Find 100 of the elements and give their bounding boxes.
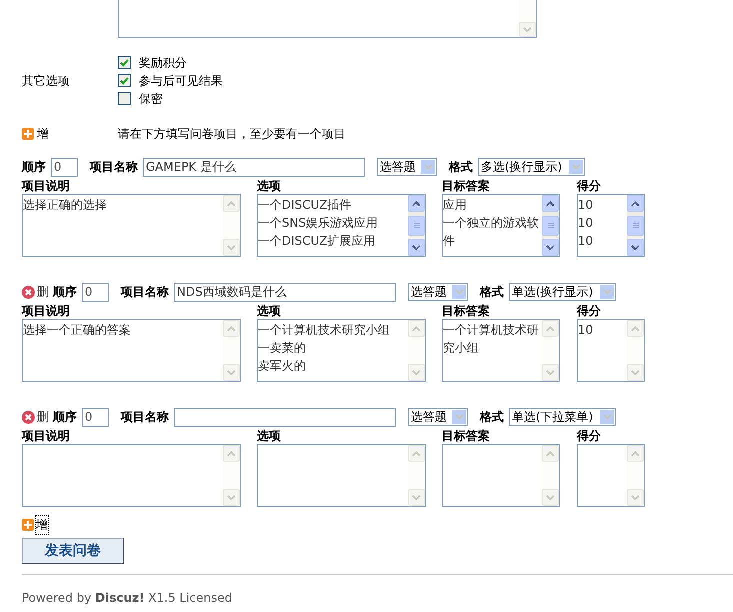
scrollbar[interactable] [627, 445, 644, 506]
column-header: 项目说明 [22, 303, 71, 319]
scrollbar[interactable] [223, 320, 240, 381]
text-area[interactable]: 选择正确的选择 [22, 194, 241, 257]
chevron-down-icon [227, 370, 236, 376]
text-area[interactable]: 选择一个正确的答案 [22, 319, 241, 382]
chevron-down-icon [227, 244, 236, 250]
dropdown[interactable]: 单选(换行显示) [509, 283, 616, 301]
delete-link[interactable]: 删 [37, 283, 49, 301]
chevron-up-icon [631, 450, 640, 456]
scrollbar[interactable] [408, 320, 425, 381]
checkbox-label: 保密 [139, 90, 163, 108]
scrollbar[interactable] [542, 320, 559, 381]
chevron-up-icon [227, 326, 236, 332]
chevron-down-icon [631, 370, 640, 376]
chevron-down-icon [602, 289, 612, 295]
checkbox[interactable] [118, 92, 131, 105]
chevron-down-icon [572, 164, 580, 170]
text-area[interactable]: 应用 一个独立的游戏软件 [442, 194, 560, 257]
column-header: 项目说明 [22, 428, 71, 444]
text-line: 一个SNS娱乐游戏应用 [258, 215, 380, 232]
text-area[interactable]: 10 10 10 [577, 194, 645, 257]
item-name-input[interactable]: NDS西域数码是什么 [174, 282, 396, 302]
order-input[interactable]: 0 [82, 408, 109, 426]
add-link[interactable]: 增 [36, 516, 48, 534]
text-area[interactable]: 一个计算机技术研究小组 [442, 319, 560, 382]
chevron-up-icon [546, 450, 555, 456]
column-header: 选项 [257, 178, 282, 194]
chevron-up-icon [412, 200, 421, 206]
dropdown[interactable]: 选答题 [408, 283, 468, 301]
item-name-label: 项目名称 [121, 409, 169, 426]
text-line: 选择一个正确的答案 [23, 322, 132, 339]
text-area[interactable]: 一个DISCUZ插件 一个SNS娱乐游戏应用 一个DISCUZ扩展应用 [257, 194, 426, 257]
scrollbar[interactable] [408, 195, 425, 256]
column-header: 选项 [257, 303, 282, 319]
scroll-down-button[interactable] [519, 22, 536, 37]
text-area[interactable] [257, 444, 426, 507]
order-input[interactable]: 0 [82, 282, 109, 302]
column-header: 得分 [577, 303, 602, 319]
dropdown[interactable]: 选答题 [408, 408, 468, 426]
text-line: 10 [578, 197, 594, 214]
column-header: 目标答案 [442, 303, 491, 319]
content-textarea[interactable] [118, 0, 537, 38]
text-line: 一个独立的游戏软件 [443, 215, 540, 250]
chevron-down-icon [454, 289, 464, 295]
submit-button[interactable]: 发表问卷 [22, 538, 124, 564]
order-label: 顺序 [22, 159, 46, 176]
scrollbar[interactable] [223, 445, 240, 506]
checkbox[interactable] [118, 74, 131, 87]
chevron-down-icon [602, 414, 612, 420]
text-line: 卖军火的 [258, 358, 307, 375]
plus-icon [22, 519, 34, 531]
scrollbar[interactable] [627, 320, 644, 381]
scrollbar[interactable] [408, 445, 425, 506]
text-line: 一个计算机技术研究小组 [258, 322, 391, 339]
column-header: 得分 [577, 428, 602, 444]
text-line: 10 [578, 322, 594, 339]
chevron-down-icon [227, 494, 236, 500]
text-area[interactable]: 10 [577, 319, 645, 382]
chevron-down-icon [631, 244, 640, 250]
checkbox-label: 参与后可见结果 [139, 72, 223, 90]
text-line: 一卖菜的 [258, 340, 307, 357]
chevron-down-icon [546, 370, 555, 376]
dropdown[interactable]: 多选(换行显示) [478, 158, 585, 176]
text-line: 应用 [443, 197, 468, 214]
format-label: 格式 [480, 284, 504, 301]
text-area[interactable]: 一个计算机技术研究小组 一卖菜的 卖军火的 [257, 319, 426, 382]
text-area[interactable] [442, 444, 560, 507]
dropdown[interactable]: 单选(下拉菜单) [509, 408, 616, 426]
item-name-input[interactable] [174, 408, 396, 426]
scrollbar[interactable] [542, 445, 559, 506]
column-header: 目标答案 [442, 178, 491, 194]
dropdown[interactable]: 选答题 [377, 158, 437, 176]
chevron-down-icon [412, 370, 421, 376]
chevron-up-icon [631, 200, 640, 206]
checkbox[interactable] [118, 56, 131, 69]
text-line: 10 [578, 233, 594, 250]
item-name-label: 项目名称 [90, 159, 138, 176]
order-label: 顺序 [53, 284, 77, 301]
delete-icon [22, 286, 35, 298]
column-header: 目标答案 [442, 428, 491, 444]
scrollbar[interactable] [542, 195, 559, 256]
text-area[interactable] [22, 444, 241, 507]
powered-by-text: Powered by Discuz! X1.5 Licensed [22, 591, 233, 605]
scrollbar[interactable] [627, 195, 644, 256]
chevron-down-icon [454, 414, 464, 420]
text-line: 一个计算机技术研究小组 [443, 322, 540, 357]
order-input[interactable]: 0 [51, 158, 78, 176]
delete-link[interactable]: 删 [37, 408, 49, 426]
chevron-up-icon [546, 326, 555, 332]
chevron-up-icon [412, 326, 421, 332]
scrollbar[interactable] [223, 195, 240, 256]
chevron-up-icon [412, 450, 421, 456]
add-link[interactable]: 增 [37, 125, 49, 143]
delete-icon [22, 410, 35, 424]
text-area[interactable] [577, 444, 645, 507]
chevron-down-icon [424, 164, 432, 170]
item-name-input[interactable]: GAMEPK 是什么 [143, 158, 365, 176]
format-label: 格式 [480, 409, 504, 426]
text-line: 一个DISCUZ插件 [258, 197, 353, 214]
